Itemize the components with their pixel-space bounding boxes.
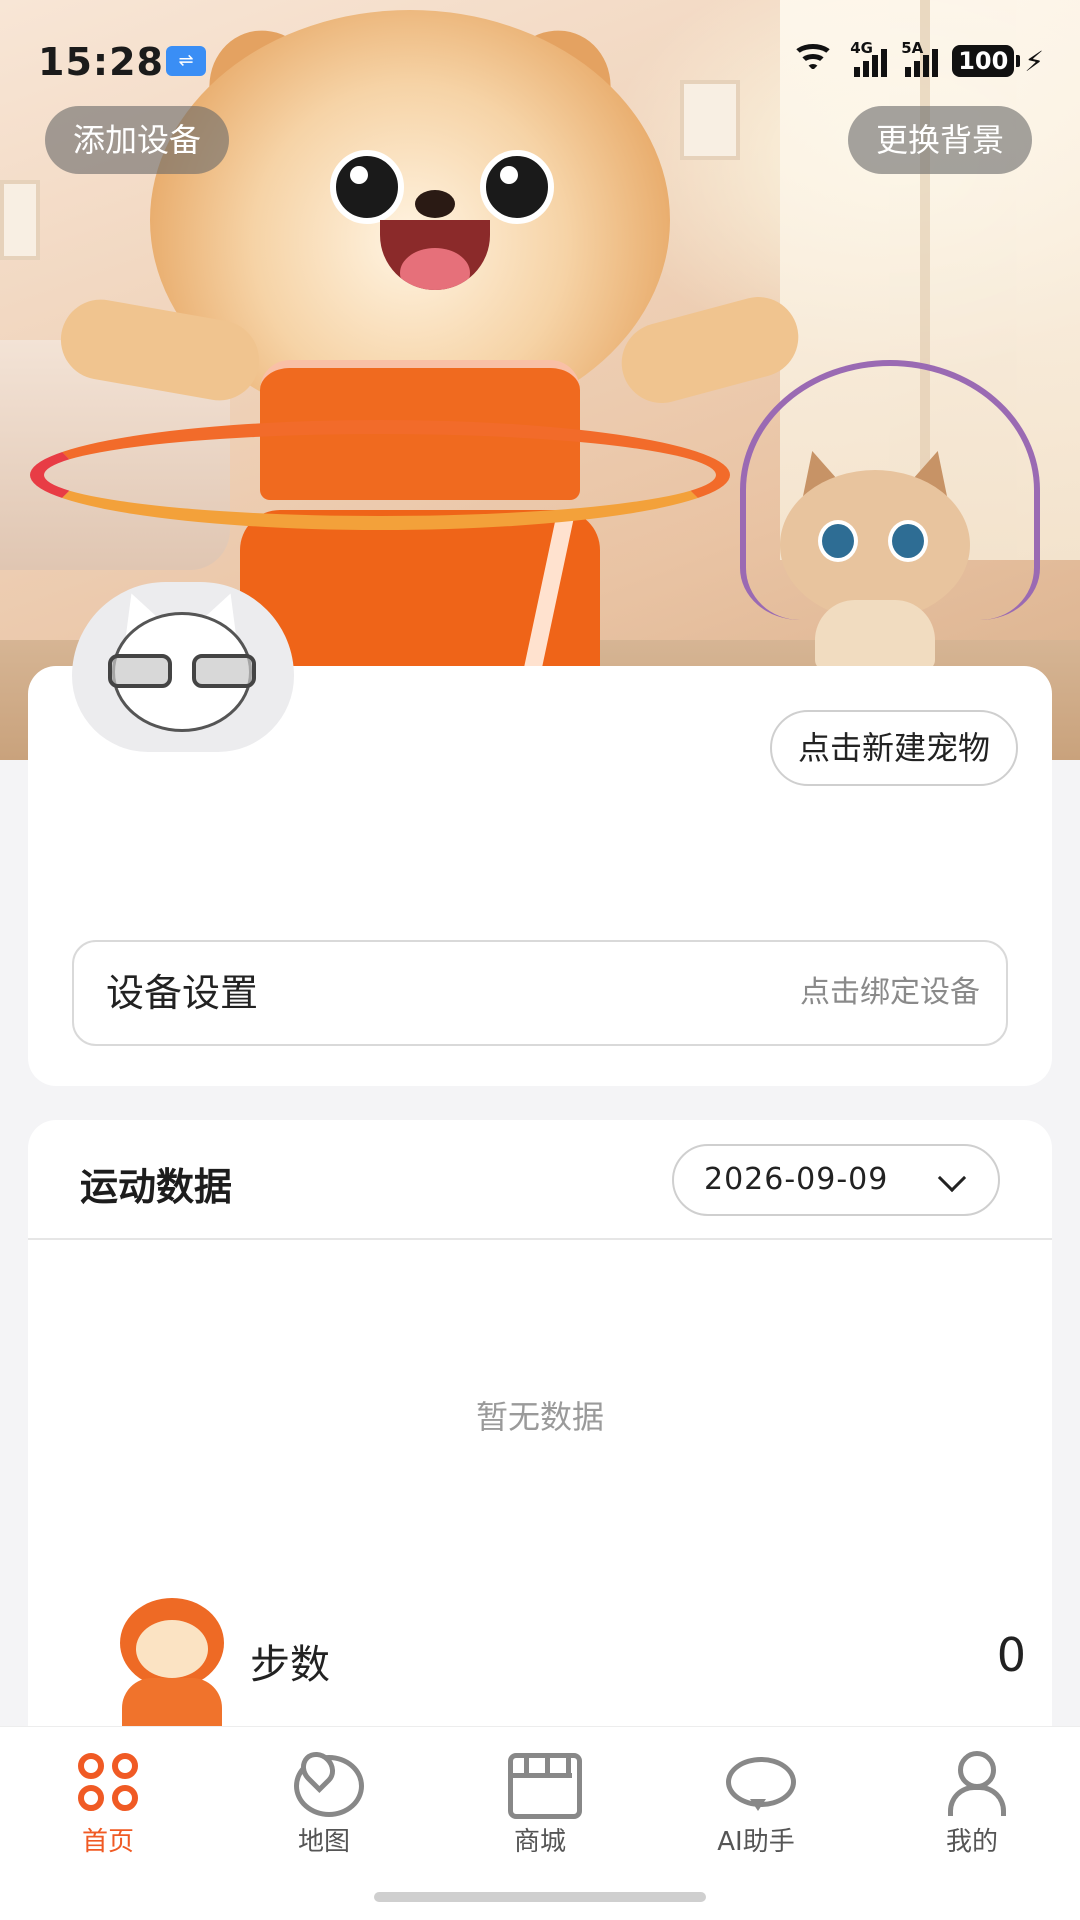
tab-label: 我的 xyxy=(945,1827,998,1857)
sport-data-title: 运动数据 xyxy=(75,1156,247,1211)
device-settings-row[interactable]: 设备设置 点击绑定设备 xyxy=(72,940,1008,1046)
tab-ai-assistant[interactable]: AI助手 xyxy=(676,1749,836,1858)
network-type-label: 5A xyxy=(901,39,924,57)
user-icon xyxy=(936,1749,1008,1816)
selected-date: 2026-09-09 xyxy=(704,1162,889,1197)
tab-label: 地图 xyxy=(297,1827,350,1857)
bind-device-hint: 点击绑定设备 xyxy=(800,975,980,1010)
hula-hoop-illustration xyxy=(30,420,730,530)
status-icons: 4G 5A 100 ⚡ xyxy=(790,39,1044,78)
tab-home[interactable]: 首页 xyxy=(28,1749,188,1858)
battery-icon: 100 ⚡ xyxy=(952,45,1044,78)
tab-label: AI助手 xyxy=(717,1827,795,1857)
status-bar: 15:28 ⇌ 4G 5A 100 ⚡ xyxy=(0,0,1080,120)
shop-icon xyxy=(504,1749,582,1819)
sport-data-card: 运动数据 2026-09-09 暂无数据 步数 0 xyxy=(28,1120,1052,1760)
cellular-signal-icon: 5A xyxy=(901,39,939,77)
shiba-mascot-icon xyxy=(102,1598,242,1738)
home-screen: 15:28 ⇌ 4G 5A 100 ⚡ 添加设备 更换背景 点击新建宠物 设备设… xyxy=(0,0,1080,1920)
date-picker[interactable]: 2026-09-09 xyxy=(672,1144,1000,1216)
usb-icon: ⇌ xyxy=(166,46,206,76)
divider xyxy=(28,1238,1052,1240)
tab-shop[interactable]: 商城 xyxy=(460,1749,620,1858)
chat-icon xyxy=(720,1749,796,1813)
map-icon xyxy=(288,1749,364,1817)
network-type-label: 4G xyxy=(850,39,873,57)
home-icon xyxy=(72,1749,144,1813)
cat-illustration xyxy=(760,443,990,670)
steps-row[interactable]: 步数 0 xyxy=(72,1598,1032,1738)
wifi-icon xyxy=(790,44,836,78)
change-background-button[interactable]: 更换背景 xyxy=(847,106,1032,174)
empty-state-text: 暂无数据 xyxy=(475,1398,604,1436)
tab-label: 商城 xyxy=(513,1827,566,1857)
tab-label: 首页 xyxy=(81,1827,134,1857)
cellular-signal-icon: 4G xyxy=(850,39,888,77)
status-time: 15:28 xyxy=(38,40,164,84)
steps-label: 步数 xyxy=(250,1642,330,1688)
chevron-down-icon xyxy=(937,1163,967,1193)
add-device-button[interactable]: 添加设备 xyxy=(45,106,230,174)
home-indicator[interactable] xyxy=(374,1892,706,1902)
steps-value: 0 xyxy=(996,1628,1026,1682)
tab-mine[interactable]: 我的 xyxy=(892,1749,1052,1858)
wall-frame-decoration xyxy=(0,180,40,260)
battery-level: 100 xyxy=(952,45,1015,77)
pet-avatar[interactable] xyxy=(72,582,294,752)
tab-map[interactable]: 地图 xyxy=(244,1749,404,1858)
new-pet-button[interactable]: 点击新建宠物 xyxy=(769,710,1018,786)
device-settings-label: 设备设置 xyxy=(106,971,259,1015)
charging-icon: ⚡ xyxy=(1024,44,1044,78)
bottom-tab-bar: 首页 地图 商城 AI助手 我的 xyxy=(0,1726,1080,1920)
